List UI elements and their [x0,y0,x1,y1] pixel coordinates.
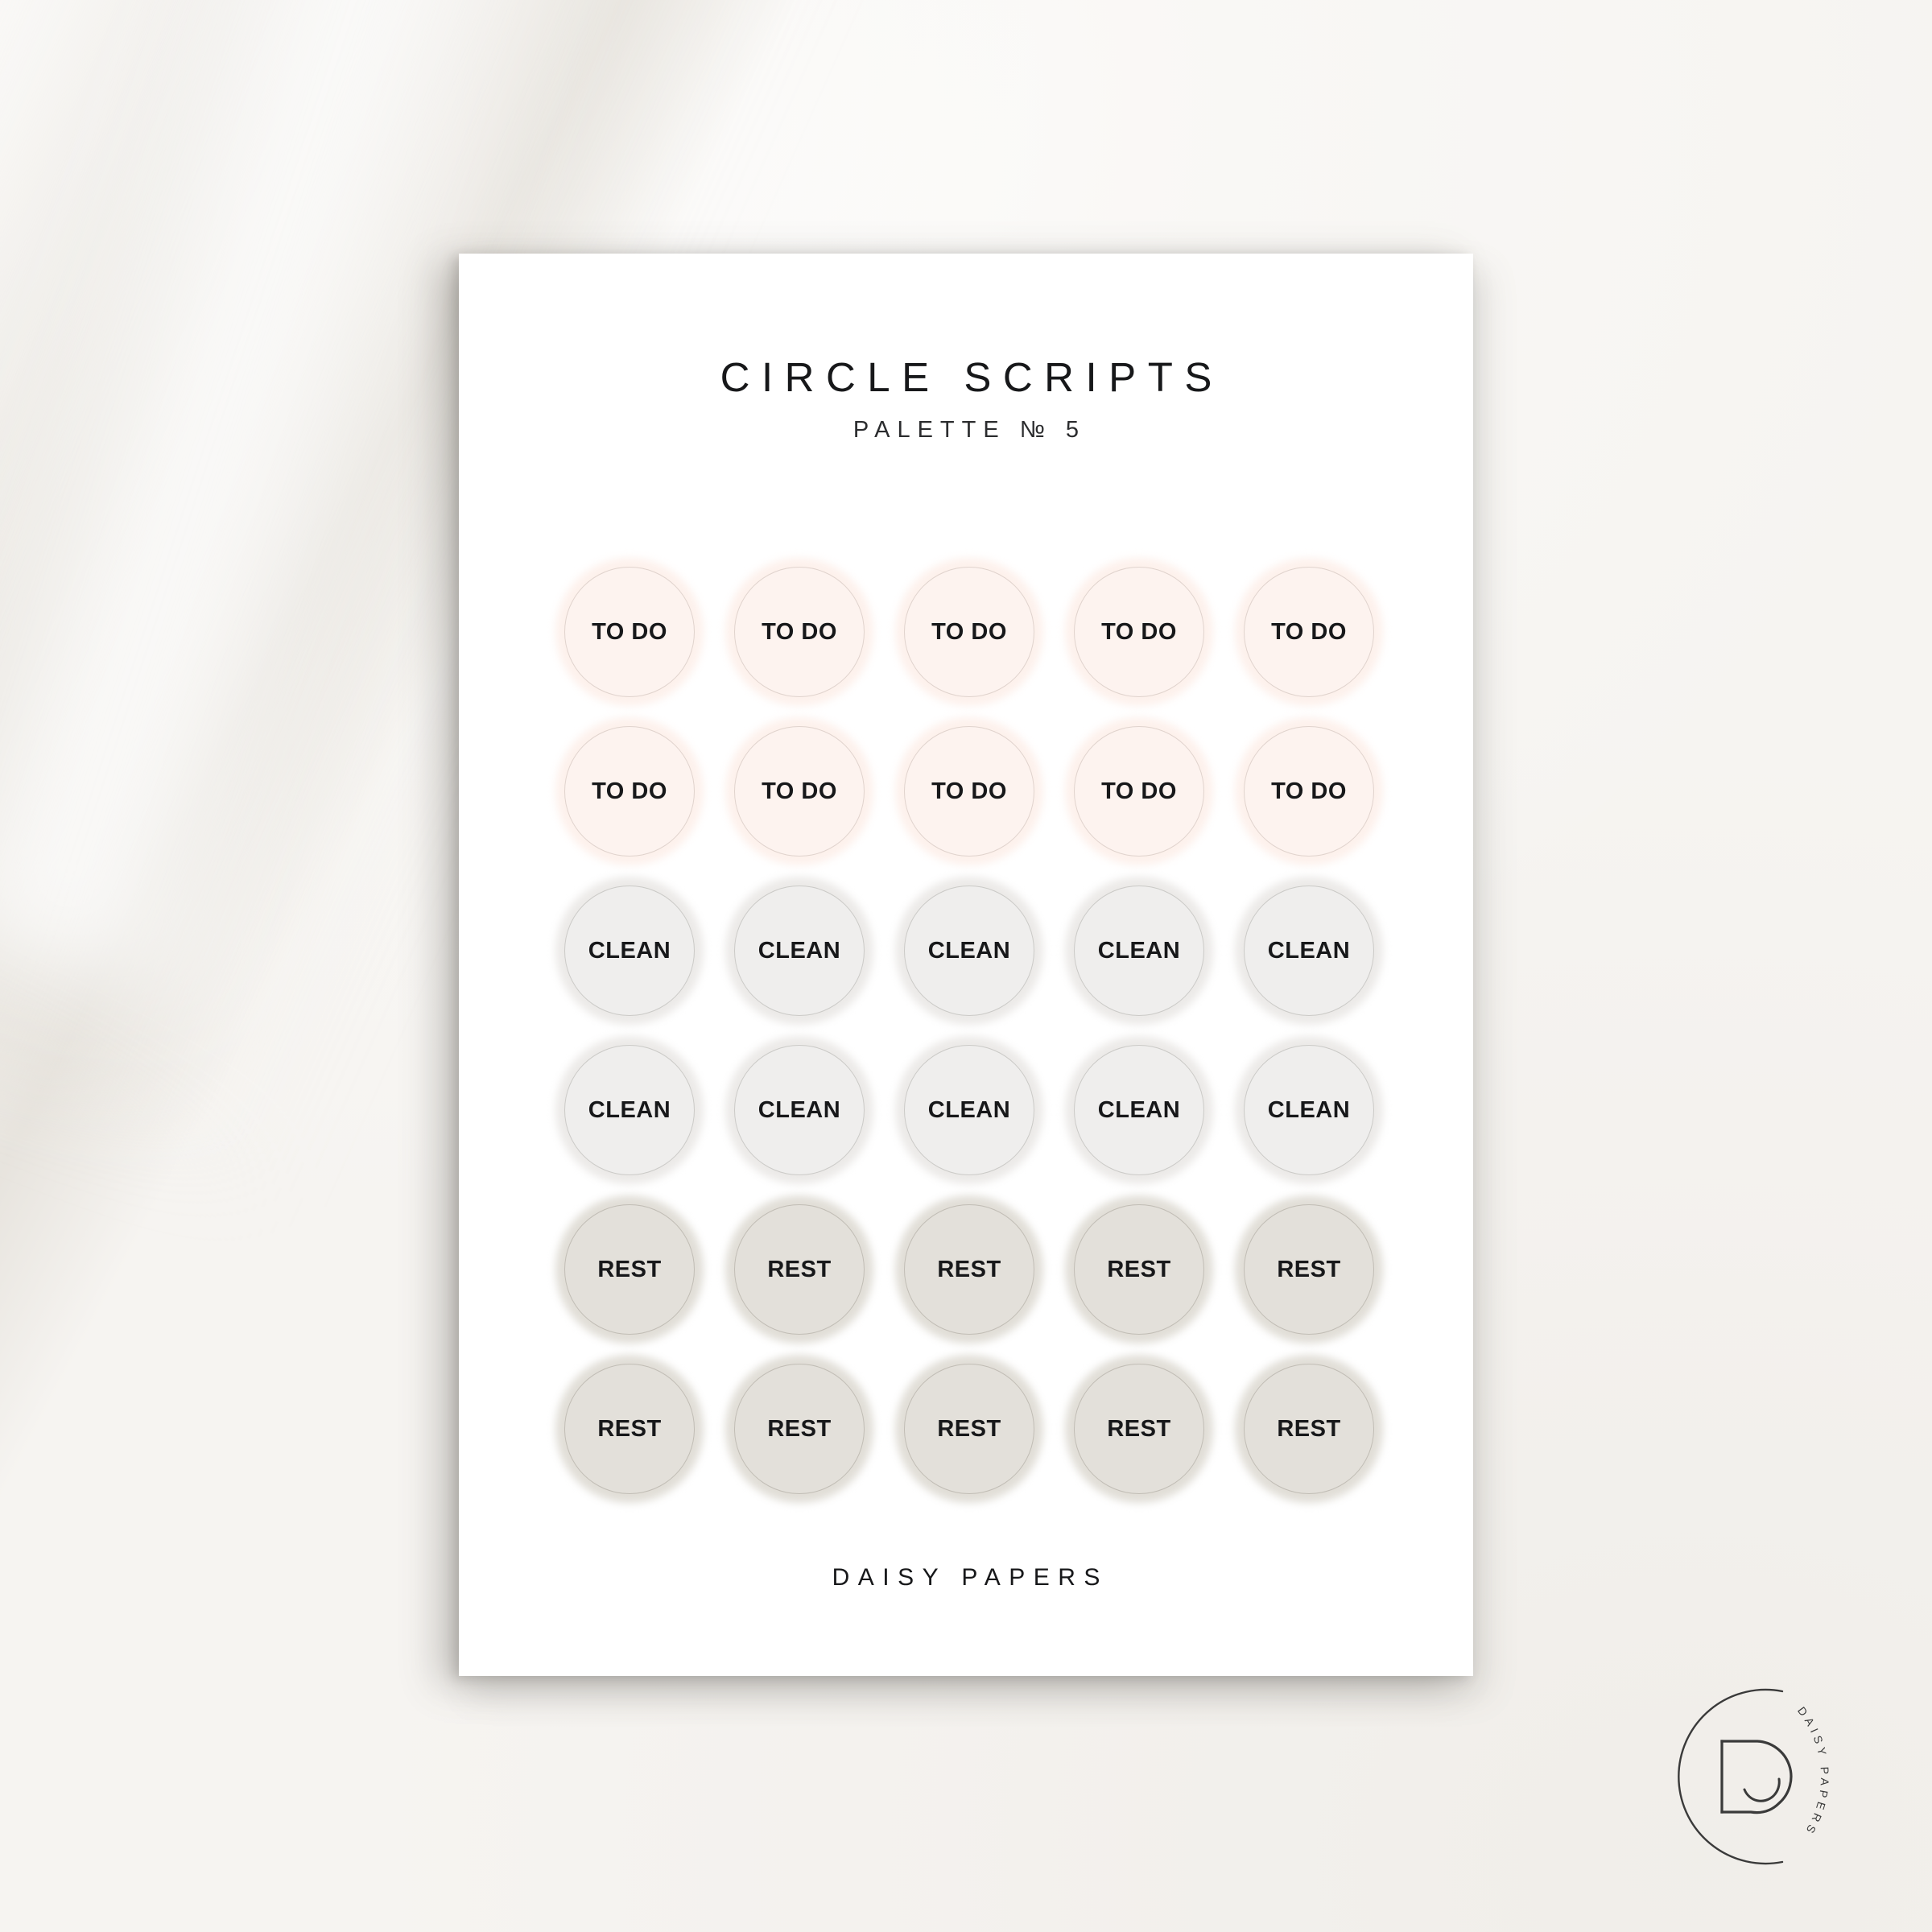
sticker-circle[interactable]: CLEAN [555,1036,704,1184]
daisy-papers-logo-watermark: DAISY PAPERS [1633,1644,1898,1909]
logo-curved-text-path: DAISY PAPERS [1795,1704,1827,1839]
logo-curved-text: DAISY PAPERS [1795,1704,1831,1839]
sticker-label: TO DO [762,778,837,804]
sticker-grid: TO DO TO DO TO DO TO DO TO DO TO DO TO DO TO DO… [555,558,1383,1514]
sticker-label: TO DO [592,778,667,804]
sticker-label: REST [937,1256,1001,1282]
sticker-circle[interactable]: REST [895,1195,1043,1344]
sticker-label: CLEAN [1267,1096,1351,1123]
sticker-row: CLEAN CLEAN CLEAN CLEAN CLEAN [555,877,1383,1036]
sticker-circle[interactable]: REST [1235,1355,1383,1503]
logo-monogram-hook [1743,1777,1781,1802]
sticker-circle[interactable]: CLEAN [725,877,873,1025]
sticker-label: CLEAN [927,937,1011,964]
logo-ring-arc [1678,1688,1784,1865]
sticker-sheet-paper: CIRCLE SCRIPTS PALETTE № 5 TO DO TO DO TO … [459,254,1473,1676]
sticker-circle[interactable]: TO DO [555,717,704,865]
sticker-label: CLEAN [927,1096,1011,1123]
sticker-label: TO DO [1271,618,1347,645]
sticker-circle[interactable]: TO DO [1235,558,1383,706]
scene-backdrop: CIRCLE SCRIPTS PALETTE № 5 TO DO TO DO TO … [0,0,1932,1932]
sticker-row: TO DO TO DO TO DO TO DO TO DO [555,558,1383,717]
sticker-row: REST REST REST REST REST [555,1355,1383,1514]
sticker-circle[interactable]: REST [555,1355,704,1503]
sticker-label: TO DO [1101,618,1177,645]
sticker-row: REST REST REST REST REST [555,1195,1383,1355]
sticker-label: TO DO [1101,778,1177,804]
sticker-label: TO DO [931,618,1007,645]
sticker-circle[interactable]: CLEAN [1235,877,1383,1025]
sticker-circle[interactable]: REST [1065,1355,1213,1503]
sticker-label: REST [1107,1415,1171,1442]
sticker-row: CLEAN CLEAN CLEAN CLEAN CLEAN [555,1036,1383,1195]
sheet-header: CIRCLE SCRIPTS PALETTE № 5 [459,357,1473,442]
sticker-circle[interactable]: CLEAN [555,877,704,1025]
sticker-label: CLEAN [1097,937,1181,964]
sticker-label: REST [1277,1256,1341,1282]
sticker-label: TO DO [762,618,837,645]
sticker-circle[interactable]: TO DO [725,717,873,865]
sticker-circle[interactable]: CLEAN [1065,877,1213,1025]
sticker-circle[interactable]: CLEAN [1065,1036,1213,1184]
sticker-label: REST [767,1415,832,1442]
sticker-circle[interactable]: CLEAN [1235,1036,1383,1184]
sticker-circle[interactable]: REST [1065,1195,1213,1344]
sticker-label: REST [597,1256,662,1282]
sticker-circle[interactable]: REST [555,1195,704,1344]
sticker-label: CLEAN [758,1096,841,1123]
sticker-circle[interactable]: CLEAN [895,877,1043,1025]
sticker-label: REST [1277,1415,1341,1442]
sticker-label: TO DO [931,778,1007,804]
sticker-circle[interactable]: REST [725,1195,873,1344]
sticker-circle[interactable]: REST [725,1355,873,1503]
sticker-label: CLEAN [588,1096,671,1123]
sticker-circle[interactable]: TO DO [1065,558,1213,706]
sticker-label: REST [1107,1256,1171,1282]
footer-brand: DAISY PAPERS [832,1564,1108,1591]
sticker-circle[interactable]: TO DO [1235,717,1383,865]
page-subtitle: PALETTE № 5 [852,417,1087,443]
sticker-circle[interactable]: TO DO [1065,717,1213,865]
sticker-circle[interactable]: TO DO [725,558,873,706]
sticker-circle[interactable]: TO DO [895,717,1043,865]
sticker-circle[interactable]: REST [895,1355,1043,1503]
page-title: CIRCLE SCRIPTS [720,354,1224,400]
sticker-circle[interactable]: CLEAN [895,1036,1043,1184]
sticker-label: CLEAN [1267,937,1351,964]
sticker-label: REST [597,1415,662,1442]
sticker-label: TO DO [1271,778,1347,804]
sticker-circle[interactable]: CLEAN [725,1036,873,1184]
sticker-circle[interactable]: REST [1235,1195,1383,1344]
sticker-label: CLEAN [758,937,841,964]
sticker-label: CLEAN [1097,1096,1181,1123]
sticker-circle[interactable]: TO DO [555,558,704,706]
sticker-label: REST [767,1256,832,1282]
sticker-row: TO DO TO DO TO DO TO DO TO DO [555,717,1383,877]
daisy-papers-monogram-icon: DAISY PAPERS [1678,1688,1831,1865]
sticker-label: CLEAN [588,937,671,964]
sticker-circle[interactable]: TO DO [895,558,1043,706]
logo-monogram-bowl [1720,1740,1793,1814]
sticker-label: REST [937,1415,1001,1442]
sticker-label: TO DO [592,618,667,645]
